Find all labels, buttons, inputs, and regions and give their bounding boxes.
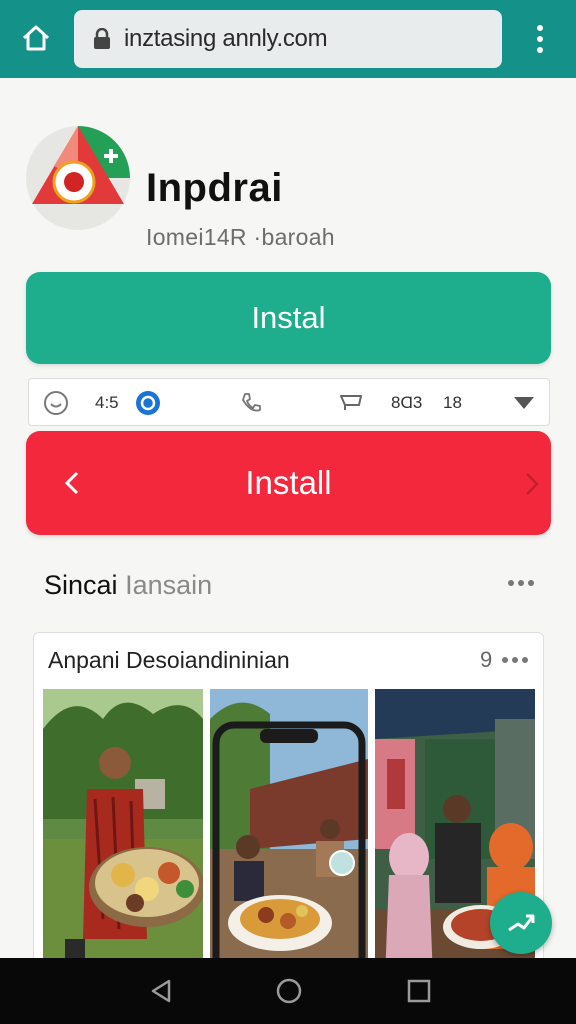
- browser-toolbar: inztasing annly.com: [0, 0, 576, 78]
- app-name: Inpdrai: [146, 166, 283, 210]
- more-vertical-icon[interactable]: [526, 22, 554, 56]
- recents-icon[interactable]: [404, 976, 434, 1006]
- system-navigation-bar: [0, 958, 576, 1024]
- screenshot-thumb-1[interactable]: [43, 689, 203, 971]
- section-more-icon[interactable]: [508, 580, 534, 586]
- screenshot-thumb-2[interactable]: [210, 689, 368, 971]
- verified-badge-icon: [135, 379, 161, 427]
- rating-value: 4:5: [95, 393, 119, 412]
- install-button-primary[interactable]: Instal: [26, 272, 551, 364]
- section-title-faded: Iansain: [125, 570, 213, 600]
- section-title: Sincai Iansain: [44, 570, 212, 601]
- dropdown-arrow-icon[interactable]: [513, 379, 535, 427]
- cart-icon[interactable]: [339, 379, 365, 427]
- share-fab-button[interactable]: [490, 892, 552, 954]
- app-meta: Iomei14R ·baroah: [146, 224, 335, 250]
- smile-icon: [43, 379, 69, 427]
- phone-icon[interactable]: [239, 379, 263, 427]
- url-text: inztasing annly.com: [124, 25, 328, 52]
- card-title: Anpani Desoiandininian: [48, 647, 290, 673]
- card-count: 9: [480, 647, 493, 672]
- app-info-bar: 4:5 8Ɑ3 18: [28, 378, 550, 426]
- app-logo: [26, 126, 130, 230]
- home-circle-icon[interactable]: [274, 976, 304, 1006]
- install-button-secondary[interactable]: Install: [26, 431, 551, 535]
- page-content: Inpdrai Iomei14R ·baroah Instal 4:5 8Ɑ3 …: [0, 78, 576, 972]
- home-icon[interactable]: [18, 20, 54, 56]
- size-value: 8Ɑ3: [391, 393, 423, 412]
- chevron-right-icon[interactable]: [522, 471, 542, 497]
- screenshot-card: Anpani Desoiandininian 9: [33, 632, 544, 972]
- card-more-icon[interactable]: [502, 657, 528, 663]
- lock-icon: [94, 28, 110, 49]
- section-title-main: Sincai: [44, 570, 118, 600]
- address-bar[interactable]: inztasing annly.com: [74, 10, 502, 68]
- shuffle-icon: [508, 914, 535, 932]
- install-button-label: Install: [245, 464, 332, 501]
- count-value: 18: [443, 393, 462, 412]
- back-icon[interactable]: [146, 976, 176, 1006]
